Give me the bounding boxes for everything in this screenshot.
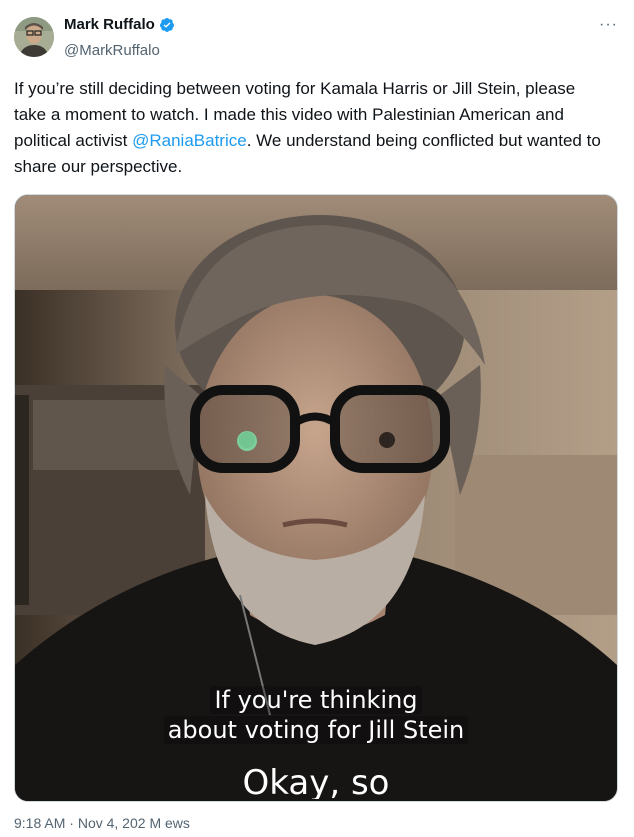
avatar-image bbox=[14, 17, 54, 57]
caption-next-partial: Okay, so bbox=[242, 763, 390, 799]
verified-badge-icon bbox=[159, 17, 175, 33]
tweet-date[interactable]: Nov 4, 202 bbox=[78, 815, 146, 831]
tweet-card: Mark Ruffalo @MarkRuffalo ··· If you’re … bbox=[0, 0, 634, 837]
video-caption: If you're thinking about voting for Jill… bbox=[15, 685, 617, 745]
tweet-meta: 9:18 AM · Nov 4, 202 M ews bbox=[14, 815, 190, 831]
avatar[interactable] bbox=[14, 17, 54, 57]
tweet-time[interactable]: 9:18 AM bbox=[14, 815, 65, 831]
mention-link[interactable]: @RaniaBatrice bbox=[132, 131, 247, 150]
author-display-name[interactable]: Mark Ruffalo bbox=[64, 16, 155, 33]
tweet-text: If you’re still deciding between voting … bbox=[14, 76, 604, 180]
meta-separator: · bbox=[69, 815, 74, 831]
author-handle[interactable]: @MarkRuffalo bbox=[64, 42, 160, 59]
author-name-row[interactable]: Mark Ruffalo bbox=[64, 16, 175, 33]
caption-line-1: If you're thinking bbox=[210, 686, 422, 714]
video-player[interactable]: If you're thinking about voting for Jill… bbox=[14, 194, 618, 802]
more-options-icon[interactable]: ··· bbox=[599, 16, 618, 34]
caption-line-2: about voting for Jill Stein bbox=[163, 716, 469, 744]
tweet-views: M ews bbox=[149, 815, 190, 831]
